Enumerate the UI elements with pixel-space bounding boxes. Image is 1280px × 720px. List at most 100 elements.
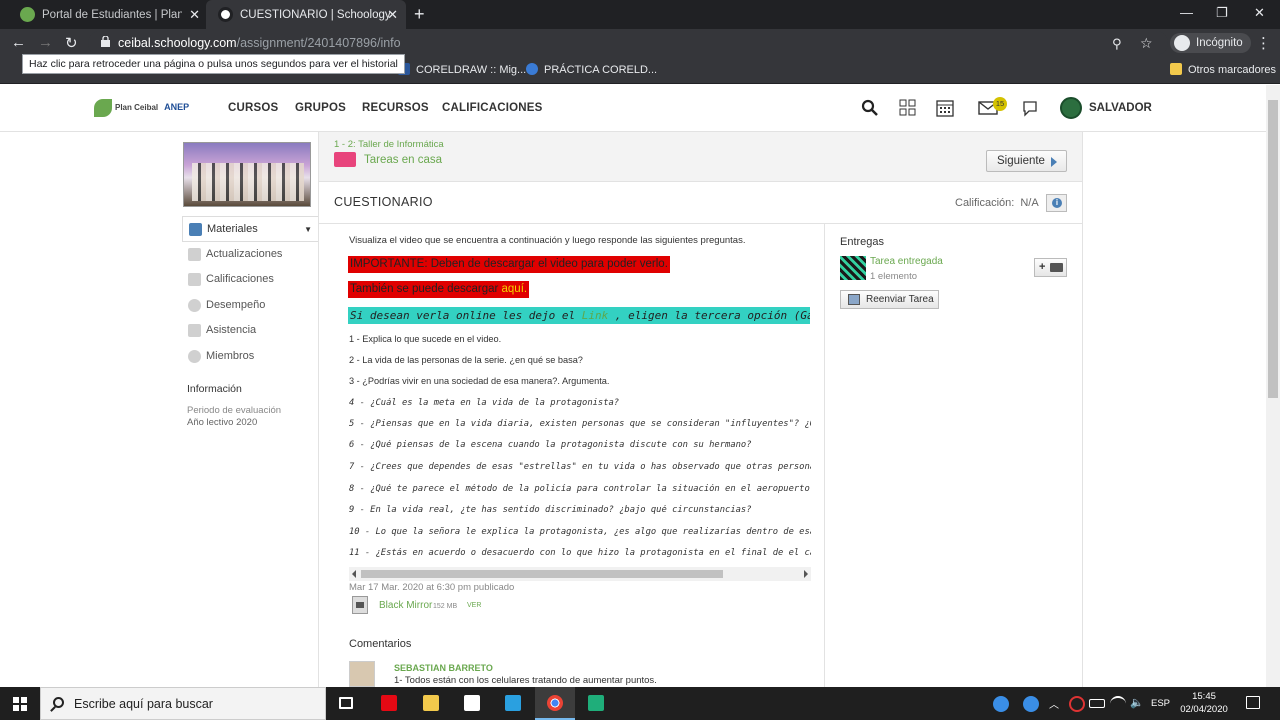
attachment-size: 152 MB	[433, 603, 458, 610]
store-app[interactable]	[452, 687, 492, 720]
taskbar: Escribe aquí para buscar ︿ 🔈 ESP 15:45 02…	[0, 687, 1280, 720]
file-explorer-app[interactable]	[411, 687, 451, 720]
leaf-logo-icon	[94, 99, 112, 117]
chrome-app[interactable]	[535, 687, 575, 720]
menu-item-calificaciones[interactable]: Calificaciones	[182, 267, 318, 293]
messages-count-badge: 15	[993, 97, 1007, 111]
info-period-value: Año lectivo 2020	[187, 417, 258, 428]
apps-grid-icon[interactable]	[899, 99, 917, 117]
submission-status[interactable]: Tarea entregada	[870, 256, 943, 267]
battery-icon[interactable]	[1089, 699, 1105, 708]
browser-toolbar: ← → ↻ ceibal.schoology.com/assignment/24…	[0, 29, 1280, 57]
performance-icon	[188, 298, 201, 312]
tab-schoology[interactable]: CUESTIONARIO | Schoology ✕	[206, 0, 406, 29]
bookmark-coreldraw[interactable]: CORELDRAW :: Mig...	[398, 63, 526, 76]
minimize-icon[interactable]: —	[1180, 5, 1193, 20]
attachment-link[interactable]: Black Mirror	[379, 600, 432, 611]
chevron-up-icon[interactable]: ︿	[1049, 696, 1065, 712]
breadcrumb-course[interactable]: 1 - 2: Taller de Informática	[334, 139, 444, 150]
question-9: 9 - En la vida real, ¿te has sentido dis…	[349, 505, 752, 515]
vscode-app[interactable]	[493, 687, 533, 720]
other-bookmarks[interactable]: Otros marcadores	[1170, 63, 1276, 76]
reload-icon[interactable]: ↻	[65, 34, 78, 52]
start-button[interactable]	[0, 687, 40, 720]
menu-label: Miembros	[206, 349, 255, 362]
wifi-icon[interactable]	[1110, 696, 1126, 712]
grades-icon	[188, 273, 201, 286]
help-icon[interactable]	[993, 696, 1009, 712]
url-text[interactable]: ceibal.schoology.com/assignment/24014078…	[118, 36, 401, 50]
online-notice: Si desean verla online les dejo el Link …	[348, 307, 810, 324]
chevron-down-icon[interactable]: ▼	[304, 217, 312, 242]
menu-item-asistencia[interactable]: Asistencia	[182, 318, 318, 344]
record-icon[interactable]	[1069, 696, 1085, 712]
folder-icon	[334, 152, 356, 167]
maximize-icon[interactable]: ❐	[1216, 5, 1228, 21]
menu-label: Calificaciones	[206, 273, 274, 285]
taskbar-clock[interactable]: 15:45 02/04/2020	[1176, 690, 1232, 716]
taskbar-search[interactable]: Escribe aquí para buscar	[40, 687, 326, 720]
next-button[interactable]: Siguiente	[986, 150, 1067, 172]
menu-item-miembros[interactable]: Miembros	[182, 344, 318, 370]
forward-arrow-icon[interactable]: →	[38, 34, 53, 51]
question-2: 2 - La vida de las personas de la serie.…	[349, 355, 583, 365]
horizontal-scroll-thumb[interactable]	[361, 570, 723, 578]
horizontal-scrollbar[interactable]	[349, 567, 811, 581]
video-file-icon	[352, 596, 368, 614]
course-picture[interactable]	[183, 142, 311, 207]
close-tab-icon[interactable]: ✕	[387, 7, 398, 23]
info-button[interactable]: i	[1046, 194, 1067, 212]
new-tab-icon[interactable]: +	[414, 4, 425, 25]
submission-thumbnail-icon[interactable]	[840, 256, 866, 280]
help-icon[interactable]	[1023, 696, 1039, 712]
scroll-left-icon[interactable]	[352, 570, 356, 578]
language-indicator[interactable]: ESP	[1151, 698, 1170, 709]
media-app[interactable]	[576, 687, 616, 720]
search-icon	[53, 697, 64, 708]
task-view-button[interactable]	[327, 687, 367, 720]
calendar-icon[interactable]	[936, 99, 954, 117]
tab-plan-ceibal[interactable]: Portal de Estudiantes | Plan Ceibal ✕	[8, 0, 208, 29]
incognito-badge[interactable]: Incógnito	[1170, 33, 1251, 53]
netflix-app[interactable]	[369, 687, 409, 720]
attachment-view-link[interactable]: VER	[467, 602, 481, 609]
bookmark-star-icon[interactable]: ☆	[1140, 35, 1153, 52]
download-link[interactable]: aquí.	[502, 283, 528, 295]
nav-cursos[interactable]: CURSOS	[228, 102, 278, 114]
grade-display: Calificación: N/A	[955, 197, 1039, 209]
close-window-icon[interactable]: ✕	[1254, 5, 1265, 21]
plan-ceibal-logo[interactable]: Plan Ceibal ANEP	[94, 99, 189, 117]
download-prefix: También se puede descargar	[350, 283, 502, 295]
nav-grupos[interactable]: GRUPOS	[295, 102, 346, 114]
zoom-search-icon[interactable]: ⚲	[1112, 36, 1122, 52]
menu-item-actualizaciones[interactable]: Actualizaciones	[182, 242, 318, 268]
notification-center-icon[interactable]	[1246, 696, 1260, 709]
menu-dots-icon[interactable]: ⋮	[1256, 34, 1271, 52]
logo-text: Plan Ceibal	[115, 103, 159, 113]
page-scroll-thumb[interactable]	[1268, 100, 1278, 398]
task-view-icon	[339, 697, 353, 709]
avatar[interactable]	[349, 661, 375, 687]
posted-date: Mar 17 Mar. 2020 at 6:30 pm publicado	[349, 582, 515, 593]
online-link[interactable]: Link	[582, 309, 609, 322]
notifications-bubble-icon[interactable]	[1021, 99, 1039, 117]
volume-icon[interactable]: 🔈	[1130, 696, 1146, 712]
close-tab-icon[interactable]: ✕	[189, 7, 200, 23]
question-1: 1 - Explica lo que sucede en el video.	[349, 334, 502, 344]
comment-author[interactable]: SEBASTIAN BARRETO	[394, 663, 493, 673]
nav-recursos[interactable]: RECURSOS	[362, 102, 429, 114]
back-arrow-icon[interactable]: ←	[11, 34, 26, 51]
breadcrumb-folder[interactable]: Tareas en casa	[364, 154, 442, 166]
resubmit-button[interactable]: Reenviar Tarea	[840, 290, 939, 309]
menu-item-materiales[interactable]: Materiales ▼	[182, 216, 318, 242]
add-submission-button[interactable]: +	[1034, 258, 1067, 277]
search-icon[interactable]	[861, 99, 879, 117]
incognito-icon	[1174, 35, 1190, 51]
netflix-icon	[381, 695, 397, 711]
submissions-heading: Entregas	[840, 236, 885, 248]
menu-item-desempeno[interactable]: Desempeño	[182, 293, 318, 319]
bookmark-label: PRÁCTICA CORELD...	[544, 64, 658, 76]
bookmark-practica[interactable]: PRÁCTICA CORELD...	[526, 63, 657, 76]
scroll-right-icon[interactable]	[804, 570, 808, 578]
nav-calificaciones[interactable]: CALIFICACIONES	[442, 102, 543, 114]
